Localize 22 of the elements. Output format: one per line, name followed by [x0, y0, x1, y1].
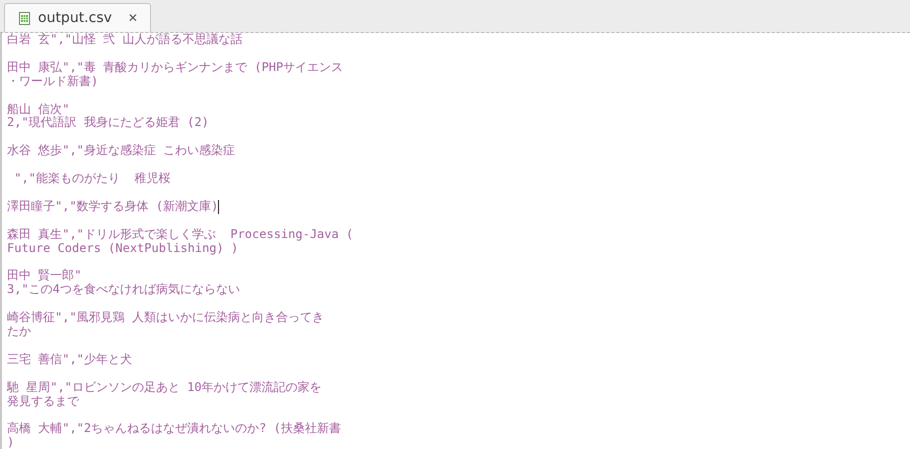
text-line: ","能楽ものがたり 稚児桜 — [13, 172, 170, 186]
text-line: 発見するまで — [7, 394, 79, 408]
text-line: 白岩 玄","山怪 弐 山人が語る不思議な話 — [7, 33, 242, 47]
text-line: 高橋 大輔","2ちゃんねるはなぜ潰れないのか? (扶桑社新書 — [7, 422, 341, 436]
text-line: ・ワールド新書) — [7, 74, 98, 89]
text-line: 田中 康弘","毒 青酸カリからギンナンまで (PHPサイエンス — [7, 60, 344, 75]
text-line: 2,"現代語訳 我身にたどる姫君 (2) — [7, 116, 209, 130]
close-icon[interactable]: ✕ — [128, 11, 138, 25]
text-line: 3,"この4つを食べなければ病気にならない — [7, 283, 240, 298]
text-line: ) — [7, 436, 14, 449]
text-line: 崎谷博征","風邪見鶏 人類はいかに伝染病と向き合ってき — [7, 311, 324, 325]
text-line: 田中 賢一郎" — [7, 269, 82, 284]
text-line: 馳 星周","ロビンソンの足あと 10年かけて漂流記の家を — [7, 380, 322, 394]
text-line: 森田 真生","ドリル形式で楽しく学ぶ Processing-Java ( — [7, 228, 354, 242]
text-line: 水谷 悠歩","身近な感染症 こわい感染症 — [7, 144, 236, 158]
file-tab[interactable]: output.csv ✕ — [4, 3, 151, 32]
text-line: 船山 信次" — [7, 102, 70, 116]
spreadsheet-icon — [19, 12, 30, 24]
text-line: 三宅 善信","少年と犬 — [7, 352, 132, 367]
text-line: 澤田瞳子","数学する身体 (新潮文庫) — [7, 200, 218, 214]
text-line: たか — [7, 325, 31, 339]
text-line: Future Coders (NextPublishing) ) — [7, 242, 238, 256]
